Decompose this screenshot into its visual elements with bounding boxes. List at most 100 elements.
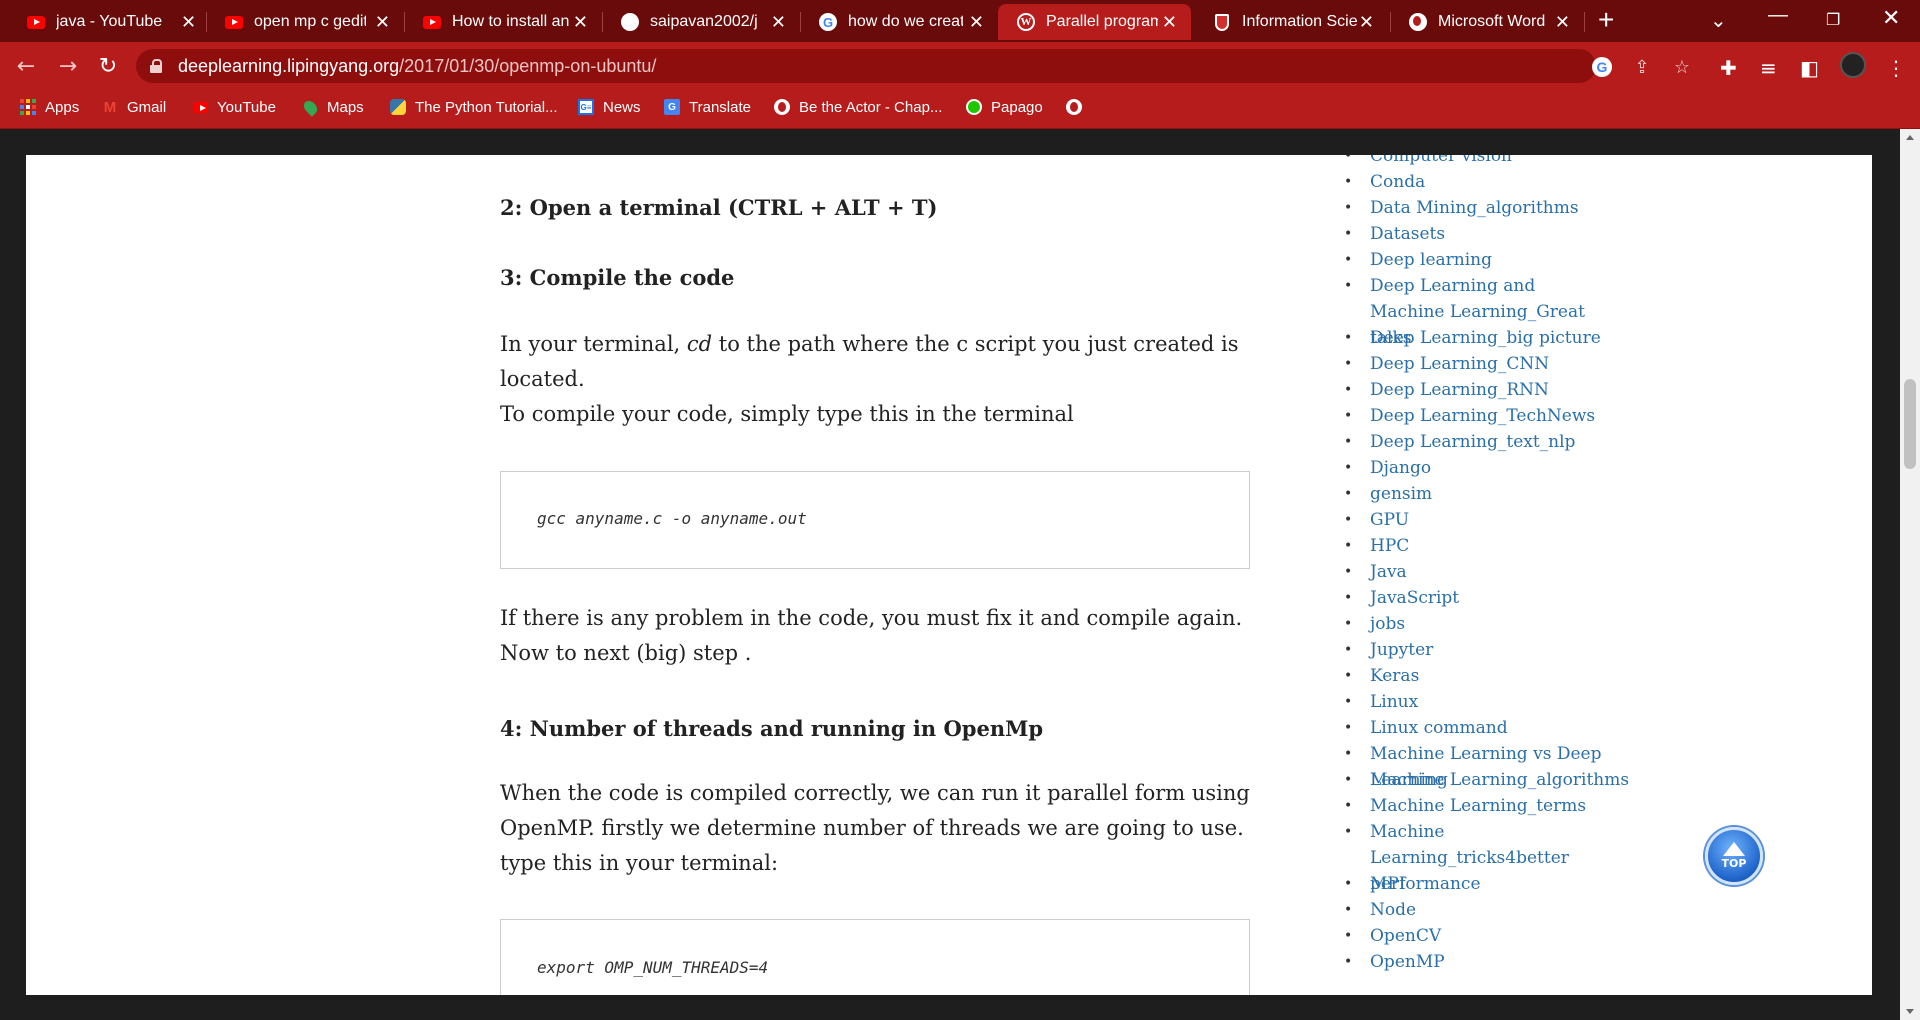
- bookmark-gmail[interactable]: M Gmail: [102, 90, 166, 124]
- cd-command: cd: [686, 332, 713, 356]
- extensions-icon[interactable]: ✚: [1720, 56, 1737, 80]
- close-icon[interactable]: ✕: [1162, 13, 1177, 31]
- media-control-icon[interactable]: ≡: [1760, 56, 1777, 80]
- minimize-button[interactable]: —: [1768, 4, 1788, 27]
- category-link[interactable]: Machine Learning_terms: [1344, 793, 1664, 819]
- category-link[interactable]: Linux: [1344, 689, 1664, 715]
- close-icon[interactable]: ✕: [1359, 13, 1374, 31]
- bookmark-maps[interactable]: Maps: [300, 90, 364, 124]
- tab-title: Parallel programming: [1046, 13, 1158, 30]
- code-block-threads[interactable]: export OMP_NUM_THREADS=4: [500, 919, 1250, 995]
- up-arrow-icon: [1723, 842, 1745, 856]
- close-icon[interactable]: ✕: [181, 13, 196, 31]
- code-block-compile[interactable]: gcc anyname.c -o anyname.out: [500, 471, 1250, 569]
- scrollbar-thumb[interactable]: [1904, 379, 1916, 469]
- back-to-top-label: TOP: [1721, 857, 1747, 870]
- category-link[interactable]: gensim: [1344, 481, 1664, 507]
- code-threads: export OMP_NUM_THREADS=4: [537, 958, 769, 977]
- category-link[interactable]: Deep Learning_big picture: [1344, 325, 1664, 351]
- forward-button[interactable]: →: [52, 50, 84, 82]
- lock-icon[interactable]: [150, 59, 162, 73]
- side-panel-icon[interactable]: ◧: [1800, 56, 1819, 80]
- back-button[interactable]: ←: [10, 50, 42, 82]
- restore-button[interactable]: ❐: [1826, 10, 1840, 30]
- category-link[interactable]: JavaScript: [1344, 585, 1664, 611]
- share-icon[interactable]: ⇪: [1632, 57, 1652, 78]
- bookmark-label: Apps: [45, 98, 80, 116]
- category-link[interactable]: Deep Learning_text_nlp: [1344, 429, 1664, 455]
- bookmark-apps[interactable]: Apps: [20, 90, 79, 124]
- tab-java-youtube[interactable]: java - YouTube ✕: [8, 4, 206, 40]
- address-bar[interactable]: deeplearning.lipingyang.org/2017/01/30/o…: [136, 49, 1690, 83]
- step4-heading: 4: Number of threads and running in Open…: [500, 716, 1044, 741]
- category-link[interactable]: Datasets: [1344, 221, 1664, 247]
- category-link[interactable]: MPI: [1344, 871, 1664, 897]
- bookmark-label: Be the Actor - Chap...: [799, 98, 943, 116]
- wordpress-icon: W: [1016, 12, 1036, 32]
- menu-icon[interactable]: ⋮: [1886, 56, 1906, 80]
- category-link[interactable]: HPC: [1344, 533, 1664, 559]
- tab-openmp-youtube[interactable]: open mp c gedit - YouTube ✕: [206, 4, 404, 40]
- maps-icon: [300, 97, 320, 117]
- close-icon[interactable]: ✕: [375, 13, 390, 31]
- page-scrollbar[interactable]: [1900, 129, 1920, 1020]
- page-content: 2: Open a terminal (CTRL + ALT + T) 3: C…: [26, 155, 1872, 995]
- compile-paragraph: To compile your code, simply type this i…: [500, 402, 1074, 426]
- bookmark-star-icon[interactable]: ☆: [1672, 57, 1692, 78]
- category-link[interactable]: OpenMP: [1344, 949, 1664, 975]
- category-link[interactable]: Node: [1344, 897, 1664, 923]
- profile-avatar[interactable]: [1840, 52, 1866, 78]
- youtube-icon: [224, 12, 244, 32]
- bookmark-be-the-actor[interactable]: Be the Actor - Chap...: [774, 90, 942, 124]
- category-link[interactable]: Deep Learning_RNN: [1344, 377, 1664, 403]
- tab-search-chevron-icon[interactable]: ⌄: [1710, 8, 1727, 33]
- bookmark-news[interactable]: G≡ News: [578, 90, 641, 124]
- tab-information-science[interactable]: Information Science ✕: [1194, 4, 1388, 40]
- close-icon[interactable]: ✕: [1555, 13, 1570, 31]
- bookmark-globe[interactable]: [1066, 90, 1091, 124]
- category-link[interactable]: OpenCV: [1344, 923, 1664, 949]
- category-link[interactable]: Deep Learning_TechNews: [1344, 403, 1664, 429]
- bookmark-label: Maps: [327, 98, 364, 116]
- tab-microsoft-word[interactable]: Microsoft Word - ✕: [1390, 4, 1584, 40]
- bookmark-youtube[interactable]: YouTube: [192, 90, 276, 124]
- tab-google-search[interactable]: G how do we create ✕: [800, 4, 998, 40]
- bookmark-translate[interactable]: G Translate: [664, 90, 751, 124]
- tab-github[interactable]: saipavan2002/java ✕: [602, 4, 800, 40]
- category-link[interactable]: Keras: [1344, 663, 1664, 689]
- step3-heading: 3: Compile the code: [500, 265, 735, 290]
- tab-install-youtube[interactable]: How to install and use ✕: [404, 4, 602, 40]
- close-icon[interactable]: ✕: [573, 13, 588, 31]
- scroll-up-arrow-icon[interactable]: [1906, 135, 1914, 140]
- compiled-paragraph: When the code is compiled correctly, we …: [500, 781, 1250, 875]
- bookmark-python-tutorial[interactable]: The Python Tutorial...: [390, 90, 558, 124]
- tab-parallel-programming[interactable]: W Parallel programming ✕: [998, 4, 1191, 40]
- category-link[interactable]: Deep learning: [1344, 247, 1664, 273]
- back-to-top-button[interactable]: TOP: [1705, 827, 1763, 885]
- reload-button[interactable]: ↻: [92, 50, 124, 82]
- news-icon: G≡: [578, 99, 594, 115]
- category-link[interactable]: Java: [1344, 559, 1664, 585]
- category-link[interactable]: Data Mining_algorithms: [1344, 195, 1664, 221]
- category-link[interactable]: jobs: [1344, 611, 1664, 637]
- category-link[interactable]: Jupyter: [1344, 637, 1664, 663]
- category-link[interactable]: Machine Learning_algorithms: [1344, 767, 1664, 793]
- close-window-button[interactable]: ✕: [1882, 5, 1900, 31]
- close-icon[interactable]: ✕: [969, 13, 984, 31]
- globe-icon: [774, 99, 790, 115]
- google-lens-icon[interactable]: G: [1592, 57, 1612, 77]
- scroll-down-arrow-icon[interactable]: [1906, 1009, 1914, 1014]
- category-link[interactable]: Conda: [1344, 169, 1664, 195]
- category-link[interactable]: Computer vision: [1344, 155, 1664, 169]
- bookmarks-bar: Apps M Gmail YouTube Maps The Python Tut…: [0, 90, 1920, 129]
- category-link[interactable]: GPU: [1344, 507, 1664, 533]
- category-link[interactable]: Deep Learning_CNN: [1344, 351, 1664, 377]
- close-icon[interactable]: ✕: [771, 13, 786, 31]
- category-link[interactable]: Linux command: [1344, 715, 1664, 741]
- bookmark-papago[interactable]: Papago: [966, 90, 1043, 124]
- category-link[interactable]: Django: [1344, 455, 1664, 481]
- problem-paragraph: If there is any problem in the code, you…: [500, 606, 1243, 665]
- google-icon: G: [818, 12, 838, 32]
- new-tab-button[interactable]: +: [1598, 6, 1614, 34]
- url-domain: deeplearning.lipingyang.org: [178, 55, 400, 76]
